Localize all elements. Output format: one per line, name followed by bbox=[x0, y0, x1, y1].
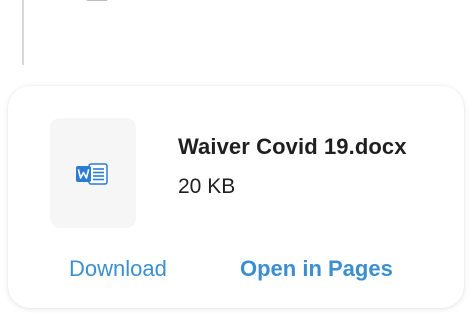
file-size: 20 KB bbox=[178, 175, 236, 198]
open-in-pages-button[interactable]: Open in Pages bbox=[240, 256, 393, 282]
attachment-preview-screen: Waiver Covid 19.docx 20 KB Download Open… bbox=[0, 0, 469, 314]
file-name: Waiver Covid 19.docx bbox=[178, 134, 407, 159]
cropped-text-fragment bbox=[84, 0, 124, 7]
file-thumbnail[interactable] bbox=[50, 118, 136, 228]
word-document-icon bbox=[76, 163, 108, 185]
download-button[interactable]: Download bbox=[69, 256, 167, 282]
quote-divider bbox=[22, 0, 24, 65]
attachment-card[interactable]: Waiver Covid 19.docx 20 KB Download Open… bbox=[8, 86, 464, 308]
cropped-glyph bbox=[86, 0, 108, 1]
